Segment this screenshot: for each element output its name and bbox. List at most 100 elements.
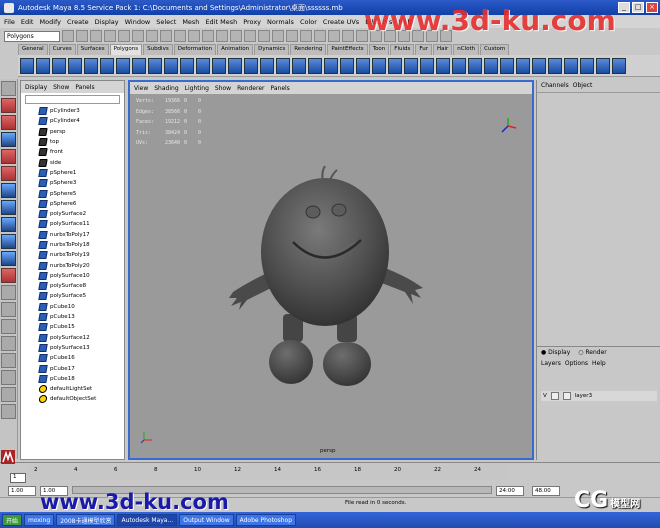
- time-slider[interactable]: 2 4 6 8 10 12 14 16 18 20 22 24 1: [0, 450, 660, 484]
- status-line-tool-icon[interactable]: [258, 30, 270, 42]
- playback-end-field[interactable]: 24:00: [496, 485, 524, 496]
- shelf-tool-icon[interactable]: [420, 57, 434, 74]
- shelf-tool-icon[interactable]: [340, 57, 354, 74]
- menu-modify[interactable]: Modify: [39, 18, 61, 26]
- shelf-tool-icon[interactable]: [372, 57, 386, 74]
- status-line-tool-icon[interactable]: [146, 30, 158, 42]
- start-time-field[interactable]: 1.00: [8, 485, 36, 496]
- layer-row[interactable]: V layer3: [541, 391, 657, 401]
- outliner-menu-panels[interactable]: Panels: [75, 84, 94, 91]
- outliner-item[interactable]: pCylinder4: [38, 116, 124, 126]
- layer-menu-layers[interactable]: Layers: [541, 360, 561, 367]
- status-line-tool-icon[interactable]: [132, 30, 144, 42]
- outliner-item[interactable]: pSphere3: [38, 178, 124, 188]
- toolbox-tool-icon[interactable]: [1, 149, 16, 164]
- shelf-tool-icon[interactable]: [164, 57, 178, 74]
- layer-color-swatch[interactable]: [562, 392, 571, 400]
- outliner-menu-show[interactable]: Show: [53, 84, 69, 91]
- toolbox-tool-icon[interactable]: [1, 166, 16, 181]
- shelf-tool-icon[interactable]: [500, 57, 514, 74]
- menu-color[interactable]: Color: [300, 18, 317, 26]
- shelf-tool-icon[interactable]: [36, 57, 50, 74]
- shelf-tool-icon[interactable]: [260, 57, 274, 74]
- status-line-tool-icon[interactable]: [202, 30, 214, 42]
- shelf-tab-fluids[interactable]: Fluids: [390, 44, 415, 55]
- toolbox-tool-icon[interactable]: [1, 319, 16, 334]
- outliner-item[interactable]: polySurface5: [38, 291, 124, 301]
- status-line-tool-icon[interactable]: [328, 30, 340, 42]
- shelf-tab-toon[interactable]: Toon: [368, 44, 390, 55]
- viewport-menu-lighting[interactable]: Lighting: [185, 85, 209, 92]
- toolbox-tool-icon[interactable]: [1, 387, 16, 402]
- shelf-tool-icon[interactable]: [580, 57, 594, 74]
- taskbar-button[interactable]: Autodesk Maya...: [117, 514, 178, 526]
- outliner-item[interactable]: polySurface12: [38, 333, 124, 343]
- status-line-tool-icon[interactable]: [216, 30, 228, 42]
- status-line-tool-icon[interactable]: [314, 30, 326, 42]
- minimize-button[interactable]: _: [618, 2, 630, 13]
- toolbox-tool-icon[interactable]: [1, 404, 16, 419]
- maximize-button[interactable]: □: [632, 2, 644, 13]
- viewport-scene[interactable]: Verts: 19366 0 0 Edges: 38566 0 0 Faces: 19212 0 0 T…: [130, 94, 532, 458]
- taskbar-button[interactable]: moxing: [24, 514, 55, 526]
- toolbox-tool-icon[interactable]: [1, 370, 16, 385]
- outliner-item[interactable]: pCube13: [38, 312, 124, 322]
- shelf-tab-rendering[interactable]: Rendering: [290, 44, 327, 55]
- shelf-tool-icon[interactable]: [132, 57, 146, 74]
- shelf-tool-icon[interactable]: [356, 57, 370, 74]
- status-line-tool-icon[interactable]: [244, 30, 256, 42]
- outliner-item[interactable]: top: [38, 137, 124, 147]
- layer-menu-options[interactable]: Options: [565, 360, 588, 367]
- taskbar-button[interactable]: Adobe Photoshop: [235, 514, 297, 526]
- outliner-item[interactable]: pSphere1: [38, 168, 124, 178]
- toolbox-tool-icon[interactable]: [1, 268, 16, 283]
- outliner-item[interactable]: persp: [38, 127, 124, 137]
- layer-name[interactable]: layer3: [575, 393, 592, 399]
- menu-edit-mesh[interactable]: Edit Mesh: [205, 18, 237, 26]
- shelf-tool-icon[interactable]: [596, 57, 610, 74]
- menu-mesh[interactable]: Mesh: [182, 18, 199, 26]
- character-model[interactable]: [225, 164, 425, 404]
- shelf-tab-surfaces[interactable]: Surfaces: [76, 44, 109, 55]
- shelf-tab-hair[interactable]: Hair: [432, 44, 453, 55]
- shelf-tool-icon[interactable]: [532, 57, 546, 74]
- outliner-menu-display[interactable]: Display: [25, 84, 47, 91]
- outliner-item[interactable]: pCube10: [38, 302, 124, 312]
- shelf-tool-icon[interactable]: [228, 57, 242, 74]
- end-time-field[interactable]: 48.00: [532, 485, 560, 496]
- shelf-tab-animation[interactable]: Animation: [217, 44, 254, 55]
- viewport-menu-show[interactable]: Show: [215, 85, 231, 92]
- shelf-tool-icon[interactable]: [324, 57, 338, 74]
- shelf-tool-icon[interactable]: [52, 57, 66, 74]
- start-button[interactable]: 开始: [2, 514, 23, 526]
- shelf-tool-icon[interactable]: [468, 57, 482, 74]
- outliner-item[interactable]: defaultLightSet: [38, 384, 124, 394]
- status-line-tool-icon[interactable]: [118, 30, 130, 42]
- shelf-tab-deformation[interactable]: Deformation: [173, 44, 217, 55]
- shelf-tab-general[interactable]: General: [18, 44, 48, 55]
- shelf-tab-polygons[interactable]: Polygons: [109, 44, 143, 55]
- shelf-tool-icon[interactable]: [564, 57, 578, 74]
- outliner-item[interactable]: pCube17: [38, 363, 124, 373]
- mode-selector[interactable]: Polygons: [4, 30, 60, 42]
- shelf-tool-icon[interactable]: [308, 57, 322, 74]
- status-line-tool-icon[interactable]: [230, 30, 242, 42]
- outliner-item[interactable]: front: [38, 147, 124, 157]
- status-line-tool-icon[interactable]: [286, 30, 298, 42]
- shelf-tool-icon[interactable]: [244, 57, 258, 74]
- channel-box-menu-object[interactable]: Object: [573, 82, 593, 90]
- shelf-tool-icon[interactable]: [276, 57, 290, 74]
- shelf-tab-curves[interactable]: Curves: [48, 44, 76, 55]
- shelf-tab-custom[interactable]: Custom: [480, 44, 510, 55]
- outliner-item[interactable]: nurbsToPoly17: [38, 230, 124, 240]
- menu-create-uvs[interactable]: Create UVs: [323, 18, 359, 26]
- toolbox-tool-icon[interactable]: [1, 234, 16, 249]
- outliner-item[interactable]: pCube16: [38, 353, 124, 363]
- shelf-tab-subdivs[interactable]: Subdivs: [143, 44, 173, 55]
- layer-tab-render[interactable]: ○ Render: [578, 349, 607, 356]
- menu-window[interactable]: Window: [125, 18, 151, 26]
- toolbox-tool-icon[interactable]: [1, 98, 16, 113]
- menu-edit[interactable]: Edit: [21, 18, 34, 26]
- shelf-tab-painteffects[interactable]: PaintEffects: [327, 44, 368, 55]
- shelf-tool-icon[interactable]: [292, 57, 306, 74]
